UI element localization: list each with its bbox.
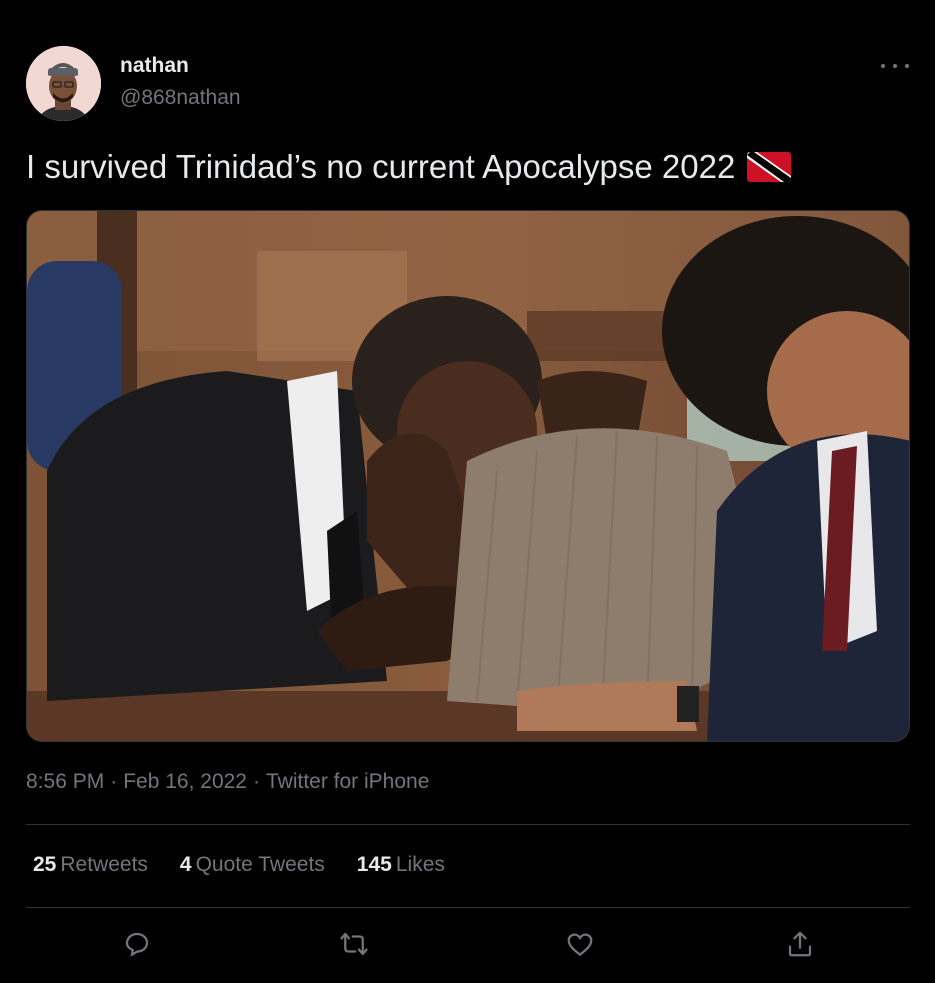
meta-separator: ·	[252, 770, 260, 793]
tweet-body: I survived Trinidad’s no current Apocaly…	[26, 148, 736, 185]
likes-stat[interactable]: 145 Likes	[357, 853, 445, 877]
reply-icon[interactable]	[119, 926, 155, 962]
tweet-meta: 8:56 PM · Feb 16, 2022 · Twitter for iPhone	[26, 770, 429, 794]
divider	[26, 907, 910, 908]
tweet-source[interactable]: Twitter for iPhone	[266, 770, 429, 793]
author-name[interactable]: nathan	[120, 54, 189, 78]
tweet-time[interactable]: 8:56 PM	[26, 770, 104, 793]
tweet-photo[interactable]	[26, 210, 910, 742]
flag-trinidad-and-tobago-icon	[747, 152, 792, 182]
share-icon[interactable]	[782, 926, 818, 962]
avatar[interactable]	[26, 46, 101, 121]
divider	[26, 824, 910, 825]
tweet-date[interactable]: Feb 16, 2022	[123, 770, 247, 793]
like-icon[interactable]	[562, 926, 598, 962]
tweet-text: I survived Trinidad’s no current Apocaly…	[26, 148, 792, 186]
action-bar	[0, 926, 935, 966]
retweet-icon[interactable]	[336, 926, 372, 962]
author-handle[interactable]: @868nathan	[120, 86, 241, 110]
retweets-stat[interactable]: 25 Retweets	[33, 853, 148, 877]
more-options-icon[interactable]	[881, 56, 909, 76]
quote-tweets-stat[interactable]: 4 Quote Tweets	[180, 853, 325, 877]
engagement-stats: 25 Retweets 4 Quote Tweets 145 Likes	[33, 853, 445, 877]
meta-separator: ·	[110, 770, 118, 793]
